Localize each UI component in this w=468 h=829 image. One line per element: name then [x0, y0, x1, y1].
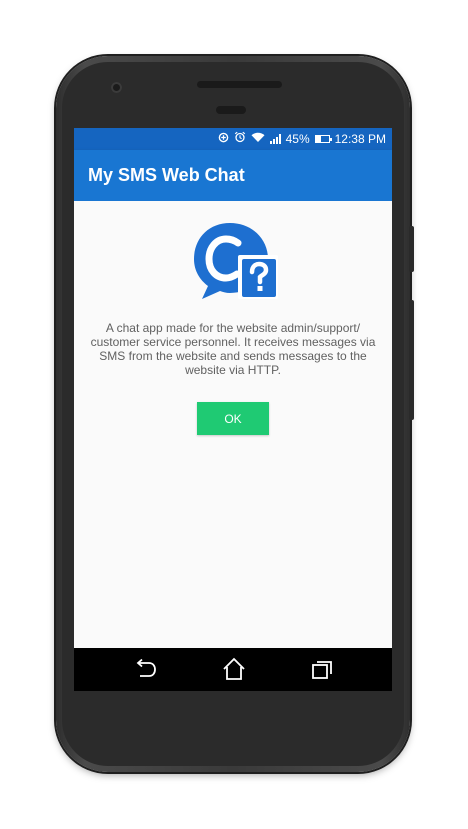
volume-button[interactable] [409, 226, 414, 272]
back-icon[interactable] [132, 656, 160, 682]
alarm-icon [234, 128, 246, 150]
proximity-sensor [216, 106, 246, 114]
navigation-bar [74, 648, 392, 691]
signal-icon [269, 134, 281, 144]
earpiece-speaker [197, 81, 282, 88]
clock: 12:38 PM [334, 132, 386, 146]
wifi-icon [251, 128, 265, 150]
about-dialog: A chat app made for the website admin/su… [74, 201, 392, 648]
front-camera [111, 82, 122, 93]
power-button[interactable] [409, 300, 414, 420]
battery-icon [314, 135, 332, 143]
data-saver-icon [218, 128, 229, 150]
app-title: My SMS Web Chat [88, 165, 245, 185]
chat-help-logo-icon [190, 219, 282, 305]
battery-percent: 45% [285, 132, 310, 146]
page: 45% 12:38 PM My SMS Web Chat A chat app … [0, 0, 468, 829]
app-description: A chat app made for the website admin/su… [90, 321, 376, 377]
app-bar: My SMS Web Chat [74, 150, 392, 201]
ok-button[interactable]: OK [197, 402, 269, 435]
status-bar: 45% 12:38 PM [74, 128, 392, 150]
home-icon[interactable] [220, 656, 248, 682]
recents-icon[interactable] [308, 656, 336, 682]
phone-screen: 45% 12:38 PM My SMS Web Chat A chat app … [74, 128, 392, 691]
